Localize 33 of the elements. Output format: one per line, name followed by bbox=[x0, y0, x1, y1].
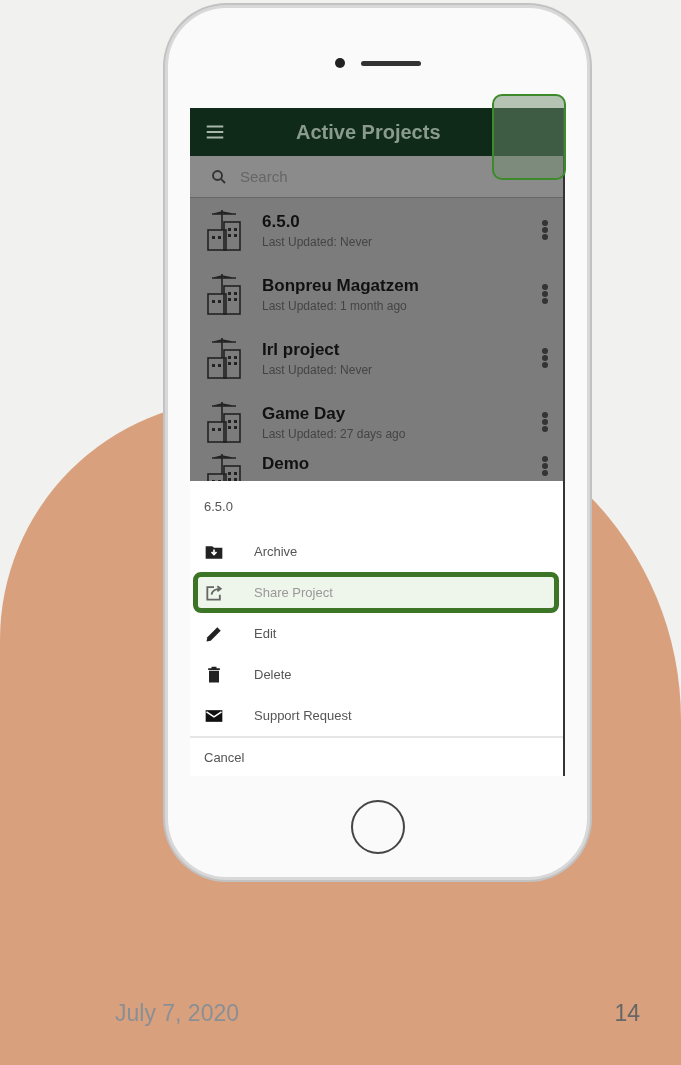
project-name: Bonpreu Magatzem bbox=[262, 275, 420, 296]
sheet-item[interactable]: Archive bbox=[190, 531, 563, 572]
home-button[interactable] bbox=[350, 799, 405, 854]
project-row[interactable]: Game Day Last Updated: 27 days ago bbox=[190, 390, 563, 454]
speaker-icon bbox=[360, 61, 421, 66]
project-row[interactable]: Bonpreu Magatzem Last Updated: 1 month ago bbox=[190, 262, 563, 326]
project-updated: Last Updated: Never bbox=[262, 362, 374, 377]
more-icon[interactable] bbox=[541, 346, 549, 370]
screen-title: Active Projects bbox=[296, 120, 441, 144]
sheet-item[interactable]: Share Project bbox=[193, 572, 559, 613]
more-icon[interactable] bbox=[541, 282, 549, 306]
project-row[interactable]: 6.5.0 Last Updated: Never bbox=[190, 198, 563, 262]
search-icon bbox=[210, 167, 228, 186]
sheet-item[interactable]: Delete bbox=[190, 654, 563, 695]
cancel-button[interactable]: Cancel bbox=[190, 736, 563, 776]
more-icon[interactable] bbox=[541, 410, 549, 434]
more-icon[interactable] bbox=[541, 454, 549, 478]
project-row[interactable]: Demo bbox=[190, 454, 563, 481]
sheet-item[interactable]: Support Request bbox=[190, 695, 563, 736]
project-updated: Last Updated: Never bbox=[262, 234, 374, 249]
project-name: Demo bbox=[262, 454, 311, 474]
project-updated: Last Updated: 1 month ago bbox=[262, 298, 408, 313]
camera-icon bbox=[334, 58, 345, 68]
project-name: Irl project bbox=[262, 339, 341, 360]
more-icon[interactable] bbox=[541, 218, 549, 242]
page-number: 14 bbox=[614, 1000, 640, 1027]
project-name: 6.5.0 bbox=[262, 211, 301, 232]
sheet-title: 6.5.0 bbox=[203, 497, 234, 516]
sheet-item[interactable]: Edit bbox=[190, 613, 563, 654]
project-updated: Last Updated: 27 days ago bbox=[262, 426, 407, 441]
project-row[interactable]: Irl project Last Updated: Never bbox=[190, 326, 563, 390]
project-name: Game Day bbox=[262, 403, 347, 424]
slide-date: July 7, 2020 bbox=[115, 1000, 240, 1027]
